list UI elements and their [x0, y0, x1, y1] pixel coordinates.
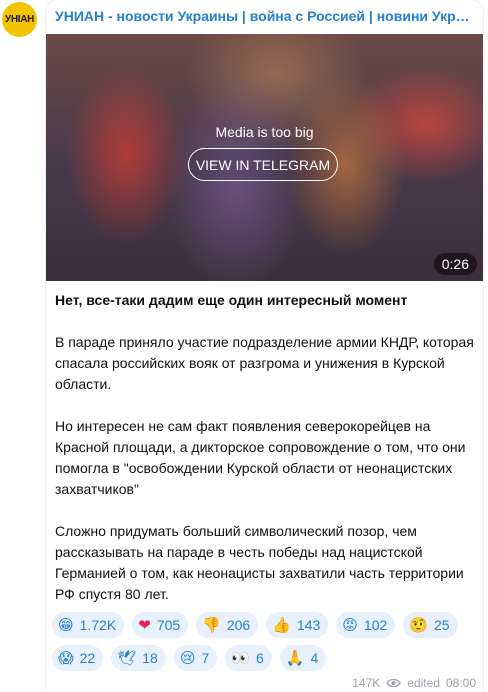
channel-title[interactable]: УНИАН - новости Украины | война с Россие…	[55, 6, 475, 26]
reaction-count: 1.72K	[79, 617, 117, 633]
post-text: Нет, все-таки дадим еще один интересный …	[55, 290, 475, 626]
video-preview[interactable]: Media is too big VIEW IN TELEGRAM 0:26	[46, 34, 483, 281]
reaction-count: 4	[310, 650, 319, 666]
reaction-count: 143	[296, 617, 321, 633]
angry-emoji-icon: 😡	[342, 615, 358, 634]
reaction-pray[interactable]: 🙏 4	[279, 645, 327, 671]
reactions-bar: 😁 1.72K ❤ 705 👎 206 👍 143 😡 102 🤨 25 😱 22 🕊 18 😢…	[52, 612, 482, 671]
reaction-count: 206	[226, 617, 251, 633]
reaction-count: 25	[433, 617, 450, 633]
scream-emoji-icon: 😱	[58, 648, 74, 667]
post-headline: Нет, все-таки дадим еще один интересный …	[55, 292, 408, 308]
raised-eyebrow-emoji-icon: 🤨	[409, 615, 428, 634]
reaction-thumbs-up[interactable]: 👍 143	[266, 612, 329, 638]
reaction-count: 7	[201, 650, 210, 666]
view-in-telegram-button[interactable]: VIEW IN TELEGRAM	[188, 148, 338, 181]
reaction-raised-eyebrow[interactable]: 🤨 25	[403, 612, 458, 638]
media-too-big-notice: Media is too big	[215, 124, 314, 140]
channel-avatar[interactable]: УНІАН	[2, 2, 37, 37]
heart-emoji-icon: ❤	[138, 615, 151, 634]
reaction-angry[interactable]: 😡 102	[336, 612, 396, 638]
post-paragraph: Но интересен не сам факт появления север…	[55, 418, 466, 497]
thumbs-down-emoji-icon: 👎	[202, 615, 221, 634]
avatar-logo-text: УНІАН	[4, 14, 35, 25]
reaction-count: 705	[156, 617, 181, 633]
post-paragraph: Сложно придумать больший символический п…	[55, 523, 464, 602]
eye-icon	[386, 678, 402, 688]
pray-emoji-icon: 🙏	[285, 648, 305, 667]
dove-emoji-icon: 🕊	[117, 648, 137, 667]
grin-emoji-icon: 😁	[58, 615, 74, 634]
cry-emoji-icon: 😢	[179, 648, 196, 667]
reaction-heart[interactable]: ❤ 705	[132, 612, 189, 638]
reaction-dove[interactable]: 🕊 18	[111, 645, 166, 671]
eyes-emoji-icon: 👀	[231, 648, 250, 667]
message-meta: 147K edited 08:00	[352, 676, 476, 690]
reaction-count: 22	[79, 650, 96, 666]
reaction-grin[interactable]: 😁 1.72K	[52, 612, 125, 638]
message-time: 08:00	[445, 676, 476, 690]
reaction-count: 6	[255, 650, 264, 666]
reaction-thumbs-down[interactable]: 👎 206	[196, 612, 259, 638]
video-duration: 0:26	[433, 253, 477, 275]
reaction-scream[interactable]: 😱 22	[52, 645, 104, 671]
reaction-eyes[interactable]: 👀 6	[225, 645, 272, 671]
edited-label: edited	[407, 676, 440, 690]
view-count: 147K	[352, 676, 381, 690]
post-paragraph: В параде приняло участие подразделение а…	[55, 334, 474, 392]
reaction-cry[interactable]: 😢 7	[173, 645, 218, 671]
thumbs-up-emoji-icon: 👍	[272, 615, 291, 634]
reaction-count: 102	[363, 617, 388, 633]
reaction-count: 18	[142, 650, 158, 666]
